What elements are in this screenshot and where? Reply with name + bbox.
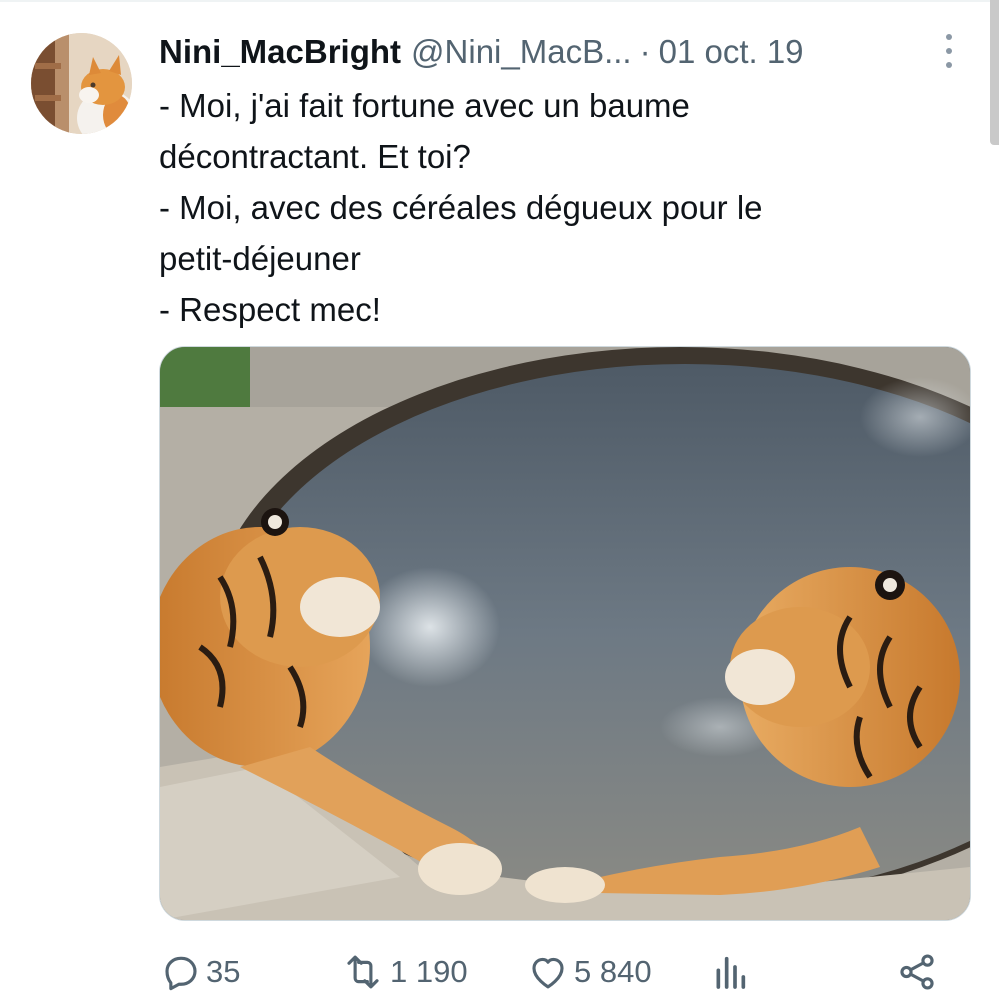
share-button[interactable] [896, 947, 938, 997]
tweet[interactable]: Nini_MacBright @Nini_MacB... · 01 oct. 1… [0, 0, 999, 1000]
tigers-in-hot-tub-photo [160, 347, 970, 920]
tweet-media-image[interactable] [159, 346, 971, 921]
like-button[interactable]: 5 840 [526, 947, 652, 997]
tweet-text-line: petit-déjeuner [159, 240, 361, 277]
orange-cat-avatar-icon [31, 33, 132, 134]
reply-bubble-icon [165, 956, 197, 991]
more-vertical-icon[interactable] [938, 34, 960, 68]
reply-button[interactable]: 35 [160, 947, 240, 997]
tweet-text-line: - Moi, avec des céréales dégueux pour le [159, 189, 763, 226]
author-name[interactable]: Nini_MacBright [159, 30, 401, 74]
separator-dot: · [639, 33, 651, 70]
share-icon [900, 954, 934, 990]
retweet-button[interactable]: 1 190 [340, 947, 468, 997]
author-handle[interactable]: @Nini_MacB... [411, 30, 632, 74]
analytics-icon [716, 956, 746, 989]
retweet-icon [347, 955, 379, 989]
tweet-text-line: décontractant. Et toi? [159, 138, 471, 175]
tweet-header: Nini_MacBright @Nini_MacB... · 01 oct. 1… [159, 30, 804, 74]
heart-icon [532, 957, 564, 989]
tweet-text-line: - Moi, j'ai fait fortune avec un baume [159, 87, 690, 124]
views-button[interactable] [710, 947, 750, 997]
tweet-date[interactable]: 01 oct. 19 [659, 30, 804, 74]
reply-count: 35 [206, 954, 241, 989]
like-count: 5 840 [574, 954, 652, 989]
author-avatar[interactable] [31, 33, 132, 134]
tweet-actions: 35 1 190 5 840 [160, 947, 940, 997]
tweet-text: - Moi, j'ai fait fortune avec un baume d… [159, 80, 899, 335]
retweet-count: 1 190 [390, 954, 468, 989]
tweet-text-line: - Respect mec! [159, 291, 381, 328]
